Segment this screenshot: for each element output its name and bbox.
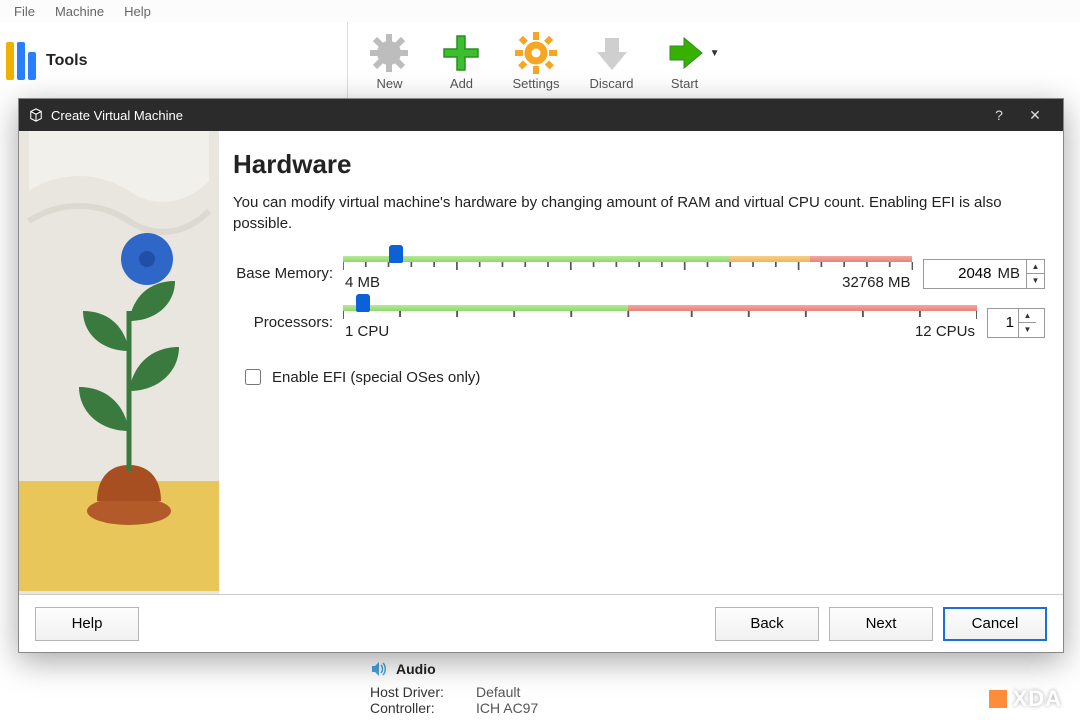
base-memory-thumb[interactable] (389, 245, 403, 263)
wizard-illustration (19, 131, 219, 594)
host-driver-key: Host Driver: (370, 684, 470, 700)
processors-input[interactable] (988, 309, 1018, 337)
spin-down-icon[interactable]: ▼ (1019, 323, 1036, 337)
base-memory-spin[interactable]: ▲▼ (1026, 260, 1044, 288)
host-driver-value: Default (476, 684, 520, 700)
base-memory-label: Base Memory: (233, 265, 333, 282)
watermark: XDA (989, 686, 1062, 712)
enable-efi-checkbox[interactable] (245, 369, 261, 385)
sun-icon (368, 32, 410, 74)
base-memory-max: 32768 MB (842, 274, 910, 291)
next-button[interactable]: Next (829, 607, 933, 641)
down-arrow-icon (591, 32, 633, 74)
toolbar-settings[interactable]: Settings (512, 32, 559, 91)
enable-efi-row[interactable]: Enable EFI (special OSes only) (241, 366, 1045, 388)
base-memory-input[interactable] (924, 260, 996, 288)
menubar: File Machine Help (0, 0, 1080, 22)
speaker-icon (370, 660, 388, 678)
help-titlebar-button[interactable]: ? (981, 107, 1017, 123)
processors-max: 12 CPUs (915, 323, 975, 340)
spin-down-icon[interactable]: ▼ (1027, 274, 1044, 288)
menu-file[interactable]: File (8, 4, 41, 19)
toolbar-discard-label: Discard (589, 76, 633, 91)
close-icon[interactable]: ✕ (1017, 107, 1053, 124)
toolbar-new[interactable]: New (368, 32, 410, 91)
processors-stepper[interactable]: ▲▼ (987, 308, 1045, 338)
dialog-footer: Help Back Next Cancel (19, 594, 1063, 652)
processors-label: Processors: (233, 314, 333, 331)
processors-spin[interactable]: ▲▼ (1018, 309, 1036, 337)
controller-value: ICH AC97 (476, 700, 538, 716)
create-vm-dialog: Create Virtual Machine ? ✕ (18, 98, 1064, 653)
menu-help[interactable]: Help (118, 4, 157, 19)
watermark-icon (989, 690, 1007, 708)
base-memory-row: Base Memory: 4 MB 3 (233, 256, 1045, 291)
page-description: You can modify virtual machine's hardwar… (233, 192, 1045, 234)
dialog-content: Hardware You can modify virtual machine'… (219, 131, 1063, 594)
watermark-text: XDA (1013, 686, 1062, 712)
help-button[interactable]: Help (35, 607, 139, 641)
spin-up-icon[interactable]: ▲ (1027, 260, 1044, 274)
menu-machine[interactable]: Machine (49, 4, 110, 19)
processors-thumb[interactable] (356, 294, 370, 312)
background-audio-panel: Audio Host Driver: Default Controller: ICH… (370, 660, 538, 716)
toolbar-area: Tools New Add Settings Discard (0, 22, 1080, 100)
slider-ticks (343, 262, 913, 272)
dialog-titlebar[interactable]: Create Virtual Machine ? ✕ (19, 99, 1063, 131)
cancel-button[interactable]: Cancel (943, 607, 1047, 641)
base-memory-stepper[interactable]: MB ▲▼ (923, 259, 1046, 289)
toolbar-add[interactable]: Add (440, 32, 482, 91)
toolbar-start-label: Start (671, 76, 698, 91)
controller-key: Controller: (370, 700, 470, 716)
cube-icon (29, 108, 43, 122)
base-memory-min: 4 MB (345, 274, 380, 291)
toolbar-new-label: New (376, 76, 402, 91)
spin-up-icon[interactable]: ▲ (1019, 309, 1036, 323)
toolbar-discard[interactable]: Discard (589, 32, 633, 91)
processors-row: Processors: 1 CPU 12 CPUs (233, 305, 1045, 340)
base-memory-unit: MB (996, 265, 1027, 282)
slider-ticks (343, 311, 977, 321)
dialog-title: Create Virtual Machine (51, 108, 183, 123)
processors-slider[interactable] (343, 305, 977, 311)
enable-efi-label: Enable EFI (special OSes only) (272, 369, 480, 386)
play-arrow-icon: ▼ (664, 32, 706, 74)
chevron-down-icon[interactable]: ▼ (710, 48, 720, 59)
processors-min: 1 CPU (345, 323, 389, 340)
main-toolbar: New Add Settings Discard ▼ Start (347, 22, 705, 100)
toolbar-settings-label: Settings (512, 76, 559, 91)
audio-header: Audio (396, 661, 436, 677)
toolbar-start[interactable]: ▼ Start (664, 32, 706, 91)
base-memory-slider[interactable] (343, 256, 913, 262)
gear-icon (515, 32, 557, 74)
toolbar-add-label: Add (450, 76, 473, 91)
tools-label: Tools (46, 52, 87, 70)
tools-button[interactable]: Tools (6, 42, 87, 80)
back-button[interactable]: Back (715, 607, 819, 641)
plus-icon (440, 32, 482, 74)
tools-icon (6, 42, 36, 80)
page-title: Hardware (233, 149, 1045, 180)
